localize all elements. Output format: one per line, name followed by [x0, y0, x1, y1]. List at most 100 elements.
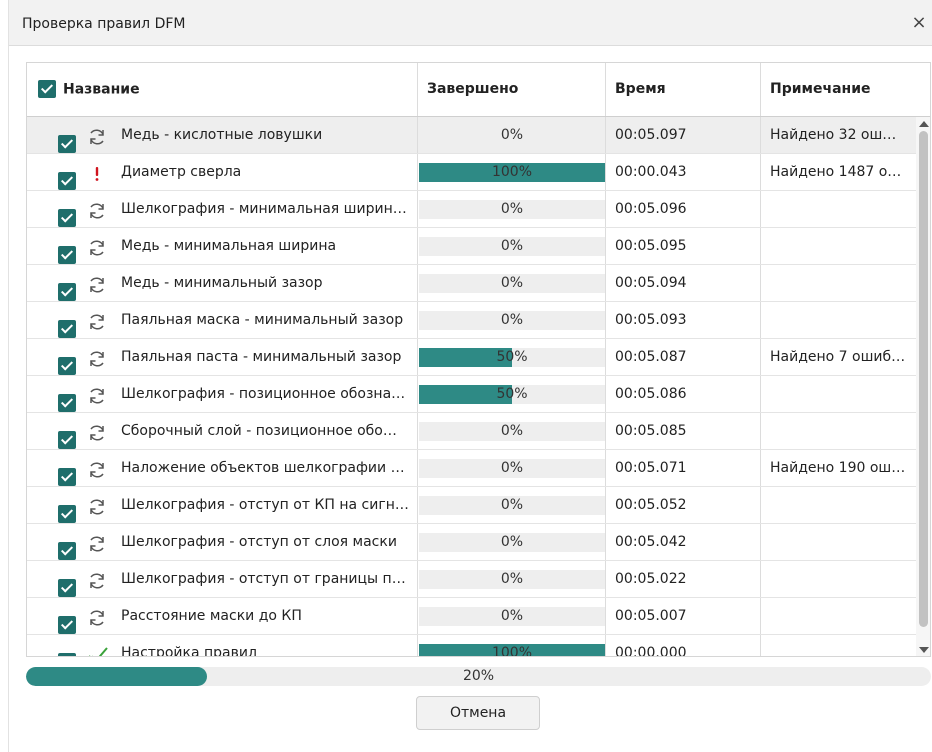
table-row[interactable]: Медь - минимальный зазор 0% 00:05.094 — [27, 265, 916, 302]
rule-name: Медь - минимальный зазор — [121, 275, 323, 291]
table-row[interactable]: Паяльная маска - минимальный зазор 0% 00:0… — [27, 302, 916, 339]
table-row[interactable]: Шелкография - минимальная ширин… 0% 00:05.… — [27, 191, 916, 228]
scroll-up-arrow-icon[interactable] — [919, 121, 929, 127]
note-cell: Найдено 1487 о… — [770, 164, 902, 180]
note-cell — [761, 487, 916, 523]
table-row[interactable]: Медь - кислотные ловушки 0% 00:05.097 Найде… — [27, 117, 916, 154]
time-cell: 00:05.085 — [606, 413, 761, 449]
name-cell: Медь - минимальный зазор — [27, 265, 418, 301]
select-all-checkbox[interactable] — [38, 63, 56, 116]
table-row[interactable]: Диаметр сверла 100% 00:00.043 Найдено 1487 … — [27, 154, 916, 191]
rule-name: Медь - минимальная ширина — [121, 238, 337, 254]
row-progress-text: 100% — [491, 645, 533, 657]
rule-name: Паяльная маска - минимальный зазор — [121, 312, 404, 328]
row-progress-bar: 0% — [419, 533, 605, 552]
close-button[interactable]: × — [911, 14, 927, 32]
progress-cell: 0% — [418, 561, 606, 597]
checkbox-checked-icon — [38, 80, 56, 98]
progress-cell: 0% — [418, 598, 606, 634]
rule-name: Шелкография - минимальная ширин… — [121, 201, 407, 217]
checkbox-checked-icon — [58, 468, 76, 486]
progress-cell: 50% — [418, 339, 606, 375]
note-cell — [761, 413, 916, 449]
refresh-running-icon — [87, 421, 107, 441]
name-cell: Паяльная маска - минимальный зазор — [27, 302, 418, 338]
checkmark-done-icon — [87, 643, 108, 656]
scrollbar-thumb[interactable] — [919, 131, 928, 627]
checkbox-checked-icon — [58, 246, 76, 264]
progress-cell: 0% — [418, 191, 606, 227]
cancel-button[interactable]: Отмена — [416, 696, 540, 730]
table-row[interactable]: Расстояние маски до КП 0% 00:05.007 — [27, 598, 916, 635]
row-progress-bar: 0% — [419, 200, 605, 219]
time-cell: 00:05.052 — [606, 487, 761, 523]
rule-name: Шелкография - отступ от КП на сигн… — [121, 497, 409, 513]
column-header-name[interactable]: Название — [27, 63, 418, 116]
name-cell: Медь - минимальная ширина — [27, 228, 418, 264]
name-cell: Настройка правил — [27, 635, 418, 657]
refresh-running-icon — [87, 532, 107, 552]
table-row[interactable]: Настройка правил 100% 00:00.000 — [27, 635, 916, 657]
row-progress-text: 0% — [500, 423, 524, 439]
row-progress-text: 0% — [500, 608, 524, 624]
rule-name: Наложение объектов шелкографии … — [121, 460, 405, 476]
refresh-running-icon — [87, 236, 107, 256]
column-header-note[interactable]: Примечание — [761, 63, 930, 116]
checkbox-checked-icon — [58, 283, 76, 301]
name-cell: Шелкография - минимальная ширин… — [27, 191, 418, 227]
column-header-completed[interactable]: Завершено — [418, 63, 606, 116]
scroll-down-arrow-icon[interactable] — [919, 647, 929, 653]
note-cell: Найдено 190 ош… — [770, 460, 906, 476]
row-progress-text: 0% — [500, 460, 524, 476]
row-progress-text: 0% — [500, 497, 524, 513]
note-cell — [761, 265, 916, 301]
refresh-running-icon — [87, 310, 107, 330]
rule-name: Настройка правил — [121, 645, 257, 657]
progress-cell: 50% — [418, 376, 606, 412]
progress-cell: 0% — [418, 302, 606, 338]
time-cell: 00:00.043 — [606, 154, 761, 190]
table-row[interactable]: Шелкография - позиционное обозна… 50% 00:0… — [27, 376, 916, 413]
column-header-time[interactable]: Время — [606, 63, 761, 116]
rule-name: Медь - кислотные ловушки — [121, 127, 323, 143]
time-cell: 00:05.007 — [606, 598, 761, 634]
checkbox-checked-icon — [58, 616, 76, 634]
row-progress-bar: 50% — [419, 385, 605, 404]
refresh-running-icon — [87, 384, 107, 404]
note-cell — [761, 191, 916, 227]
rule-name: Шелкография - позиционное обозна… — [121, 386, 406, 402]
dfm-check-dialog: Проверка правил DFM × Название Завершено… — [8, 0, 932, 752]
checkbox-checked-icon — [58, 542, 76, 560]
checkbox-checked-icon — [58, 172, 76, 190]
row-progress-text: 0% — [500, 571, 524, 587]
checkbox-checked-icon — [58, 357, 76, 375]
progress-cell: 0% — [418, 228, 606, 264]
time-cell: 00:05.086 — [606, 376, 761, 412]
overall-progress-bar: 20% — [26, 667, 931, 686]
vertical-scrollbar[interactable] — [916, 117, 930, 656]
name-cell: Диаметр сверла — [27, 154, 418, 190]
time-cell: 00:05.071 — [606, 450, 761, 486]
row-progress-text: 0% — [500, 201, 524, 217]
table-row[interactable]: Сборочный слой - позиционное обо… 0% 00:05… — [27, 413, 916, 450]
row-progress-text: 0% — [500, 534, 524, 550]
row-checkbox[interactable] — [58, 644, 76, 656]
table-row[interactable]: Паяльная паста - минимальный зазор 50% 00:… — [27, 339, 916, 376]
table-row[interactable]: Шелкография - отступ от КП на сигн… 0% 00:… — [27, 487, 916, 524]
table-row[interactable]: Шелкография - отступ от границы п… 0% 00:0… — [27, 561, 916, 598]
refresh-running-icon — [87, 606, 107, 626]
row-progress-text: 50% — [496, 349, 528, 365]
row-progress-bar: 0% — [419, 496, 605, 515]
row-progress-bar: 0% — [419, 274, 605, 293]
time-cell: 00:05.022 — [606, 561, 761, 597]
window-title: Проверка правил DFM — [22, 16, 186, 32]
progress-cell: 0% — [418, 117, 606, 153]
name-cell: Шелкография - отступ от границы п… — [27, 561, 418, 597]
checkbox-checked-icon — [58, 394, 76, 412]
table-row[interactable]: Наложение объектов шелкографии … 0% 00:05.… — [27, 450, 916, 487]
table-row[interactable]: Шелкография - отступ от слоя маски 0% 00:0… — [27, 524, 916, 561]
time-cell: 00:05.087 — [606, 339, 761, 375]
table-row[interactable]: Медь - минимальная ширина 0% 00:05.095 — [27, 228, 916, 265]
rule-name: Сборочный слой - позиционное обо… — [121, 423, 397, 439]
time-cell: 00:05.042 — [606, 524, 761, 560]
